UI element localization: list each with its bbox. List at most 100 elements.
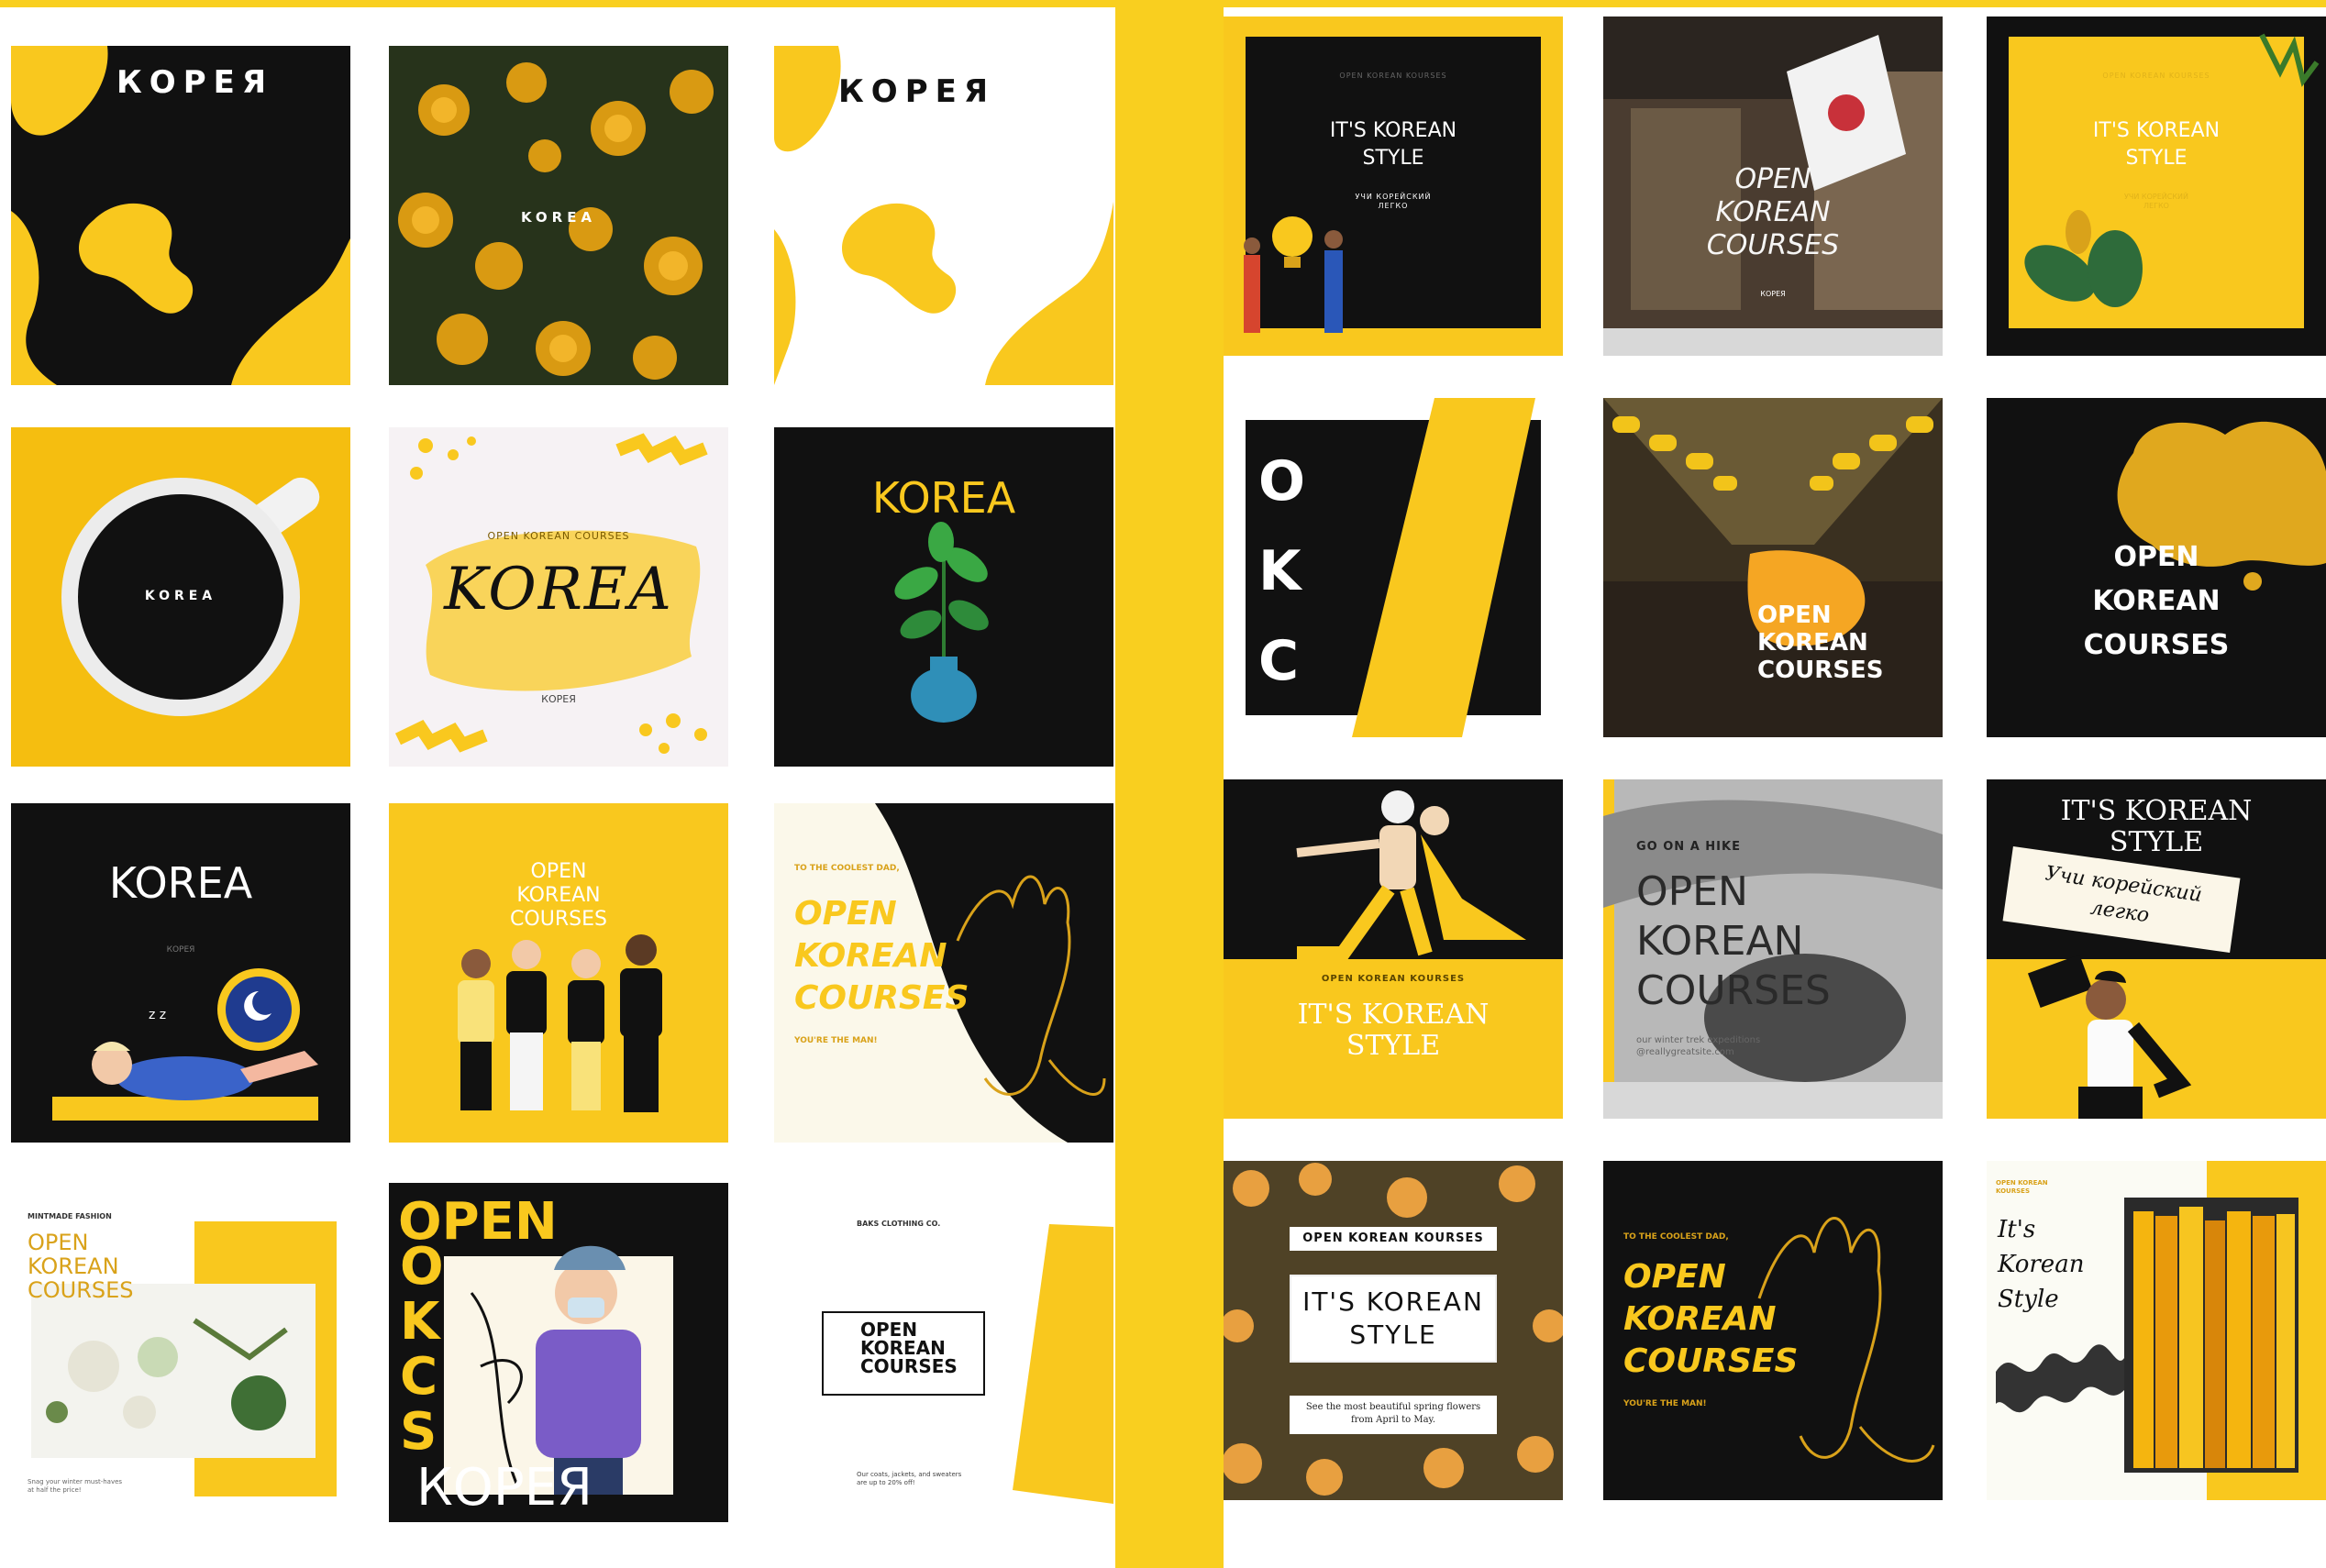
tile-title: KOREA: [520, 209, 597, 226]
template-tile-spring-flowers[interactable]: OPEN KOREAN KOURSES IT'S KOREAN STYLE Se…: [1224, 1161, 1563, 1500]
tile-vertical-text: OKCS: [400, 1237, 444, 1462]
bottom-line-2: are up to 20% off!: [857, 1479, 915, 1486]
tile-top-label: OPEN KOREAN KOURSES: [1290, 1227, 1497, 1251]
tile-top-text: OPEN KOREAN KOURSES: [1996, 1179, 2048, 1196]
template-tile-go-on-hike[interactable]: GO ON A HIKE OPEN KOREAN COURSES our win…: [1603, 779, 1943, 1119]
heading-line-2: KOREAN: [1623, 1300, 1777, 1338]
heading-line-1: OPEN: [1734, 163, 1811, 195]
tile-title: КОРЕЯ: [116, 64, 274, 101]
svg-text:z z: z z: [149, 1008, 166, 1022]
dancing-couple-illustration: [1296, 790, 1526, 961]
heading-line-1: IT'S KOREAN: [1297, 999, 1490, 1031]
template-tile-okcs-man[interactable]: OPEN OKCS КОРЕЯ: [389, 1183, 728, 1522]
tile-top-text: GO ON A HIKE: [1636, 840, 1741, 854]
heading-line-2: KOREAN: [1636, 918, 1804, 965]
group-of-people-illustration: [458, 934, 662, 1112]
template-tile-korea-sleeping[interactable]: KOREA КОРЕЯ z z: [11, 803, 350, 1143]
tile-title: KOREA: [444, 556, 673, 624]
heading-line-3: COURSES: [794, 979, 969, 1017]
letter-1: O: [1258, 449, 1306, 513]
template-tile-korea-plant[interactable]: KOREA: [774, 427, 1113, 767]
bottom-line-2: from April to May.: [1350, 1415, 1436, 1425]
tile-subtitle: OPEN KOREAN COURSES: [487, 530, 630, 542]
heading-line-2: Korean: [1998, 1251, 2085, 1278]
heading-line-1: OPEN: [1623, 1258, 1726, 1296]
template-tile-coolest-dad-black[interactable]: TO THE COOLEST DAD, OPEN KOREAN COURSES …: [1603, 1161, 1943, 1500]
bottom-line-1: See the most beautiful spring flowers: [1305, 1402, 1481, 1412]
tile-heading: OPEN KOREAN COURSES: [1636, 867, 1831, 1016]
template-tile-coolest-dad[interactable]: TO THE COOLEST DAD, OPEN KOREAN COURSES …: [774, 803, 1113, 1143]
heading-line-3: COURSES: [1623, 1342, 1799, 1380]
tile-title: KOREA: [144, 589, 217, 603]
heading-line-3: COURSES: [1757, 657, 1884, 684]
night-market-image: [1603, 398, 1943, 737]
man-holding-sign-illustration: [2027, 954, 2192, 1119]
tile-bottom-box: See the most beautiful spring flowers fr…: [1290, 1396, 1497, 1434]
template-tile-korean-style-books[interactable]: OPEN KOREAN KOURSES It's Korean Style: [1987, 1161, 2326, 1500]
bottom-line-1: Snag your winter must-haves: [28, 1478, 123, 1485]
heading-line-3: COURSES: [860, 1355, 958, 1377]
heading-line-2: KOREAN: [1757, 629, 1868, 657]
template-tile-korea-brush[interactable]: OPEN KOREAN COURSES KOREA КОРЕЯ: [389, 427, 728, 767]
tile-letters: O K C: [1258, 436, 1305, 706]
tile-bottom-text: YOU'RE THE MAN!: [1623, 1399, 1707, 1408]
tile-heading: OPEN KOREAN COURSES: [1757, 602, 1884, 684]
tile-top-text: TO THE COOLEST DAD,: [794, 864, 900, 873]
small-line-2: @reallygreatsite.com: [1636, 1047, 1734, 1057]
tile-heading: OPEN KOREAN COURSES: [1987, 536, 2326, 668]
heading-line-1: It's: [1998, 1216, 2036, 1243]
template-tile-korean-style-leaves[interactable]: OPEN KOREAN KOURSES IT'S KOREAN STYLE УЧ…: [1987, 17, 2326, 356]
tile-brand: MINTMADE FASHION: [28, 1212, 112, 1220]
heading-line-2: KOREAN: [794, 937, 947, 975]
tile-heading: OPEN KOREAN COURSES: [1623, 1256, 1798, 1383]
template-tile-open-korean-blob[interactable]: OPEN KOREAN COURSES: [1987, 398, 2326, 737]
template-tile-okc-yellow-slash[interactable]: O K C: [1224, 398, 1563, 737]
tile-small-text: КОРЕЯ: [1760, 290, 1786, 298]
template-tile-open-korean-people[interactable]: OPEN KOREAN COURSES: [389, 803, 728, 1143]
tile-top-text: OPEN KOREAN KOURSES: [1321, 974, 1466, 984]
tile-bottom-text: Snag your winter must-haves at half the …: [28, 1478, 122, 1495]
tile-heading: OPEN KOREAN COURSES: [794, 893, 969, 1020]
template-tile-korean-style-sign[interactable]: IT'S KOREAN STYLE Учи корейский легко: [1987, 779, 2326, 1119]
tile-footer: КОРЕЯ: [541, 693, 576, 705]
template-tile-marigold-photo[interactable]: KOREA: [389, 46, 728, 385]
heading-line-3: COURSES: [28, 1277, 134, 1303]
left-template-panel: КОРЕЯ KOREA КОРЕЯ KOREA OPEN KOREAN COUR…: [0, 7, 1115, 1568]
bottom-line-2: at half the price!: [28, 1486, 82, 1494]
template-tile-korean-style-lightbulb[interactable]: OPEN KOREAN KOURSES IT'S KOREAN STYLE УЧ…: [1224, 17, 1563, 356]
heading-line-2: STYLE: [1349, 1320, 1437, 1350]
tile-title: КОРЕЯ: [838, 73, 996, 110]
heading-line-2: KOREAN: [28, 1253, 119, 1279]
heading-line-3: Style: [1998, 1286, 2059, 1313]
heading-line-1: OPEN: [28, 1230, 89, 1255]
tile-bottom-text: КОРЕЯ: [416, 1458, 593, 1518]
template-tile-mintmade-fashion[interactable]: MINTMADE FASHION OPEN KOREAN COURSES Sna…: [11, 1183, 350, 1522]
green-leaves-illustration: [2024, 33, 2320, 307]
small-line-1: our winter trek expeditions: [1636, 1035, 1761, 1045]
letter-2: K: [1258, 539, 1301, 603]
template-tile-street-flag-photo[interactable]: OPEN KOREAN COURSES КОРЕЯ: [1603, 17, 1943, 356]
template-tile-market-lanterns-photo[interactable]: OPEN KOREAN COURSES: [1603, 398, 1943, 737]
tile-heading-box: OPEN KOREAN COURSES: [822, 1311, 985, 1396]
tile-heading: IT'S KOREAN STYLE: [1224, 999, 1563, 1062]
heading-line-2: KOREAN: [2092, 585, 2221, 617]
heading-line-3: COURSES: [1706, 229, 1840, 261]
heading-line-1: OPEN: [2113, 541, 2199, 573]
tile-brand: BAKS CLOTHING CO.: [857, 1220, 941, 1228]
lightbulb-people-illustration: [1244, 216, 1343, 333]
heading-line-1: OPEN: [794, 895, 897, 933]
heading-line-1: IT'S KOREAN: [1302, 1286, 1484, 1317]
template-tile-dancing-couple[interactable]: OPEN KOREAN KOURSES IT'S KOREAN STYLE: [1224, 779, 1563, 1119]
heading-line-1: OPEN: [1636, 868, 1748, 915]
template-tile-korea-blobs-black[interactable]: КОРЕЯ: [11, 46, 350, 385]
tile-heading: OPEN KOREAN COURSES: [1603, 163, 1943, 262]
letter-3: C: [1258, 629, 1300, 693]
bottom-line-1: Our coats, jackets, and sweaters: [857, 1471, 962, 1478]
tile-heading: It's Korean Style: [1998, 1212, 2084, 1317]
template-tile-coffee-cup[interactable]: KOREA: [11, 427, 350, 767]
template-tile-baks-clothing[interactable]: BAKS CLOTHING CO. OPEN KOREAN COURSES Ou…: [774, 1183, 1113, 1522]
heading-line-1: OPEN: [1757, 602, 1832, 629]
tile-bottom-text: Our coats, jackets, and sweaters are up …: [857, 1471, 961, 1487]
template-tile-korea-blobs-white[interactable]: КОРЕЯ: [774, 46, 1113, 385]
right-template-panel: OPEN KOREAN KOURSES IT'S KOREAN STYLE УЧ…: [1224, 7, 2326, 1568]
